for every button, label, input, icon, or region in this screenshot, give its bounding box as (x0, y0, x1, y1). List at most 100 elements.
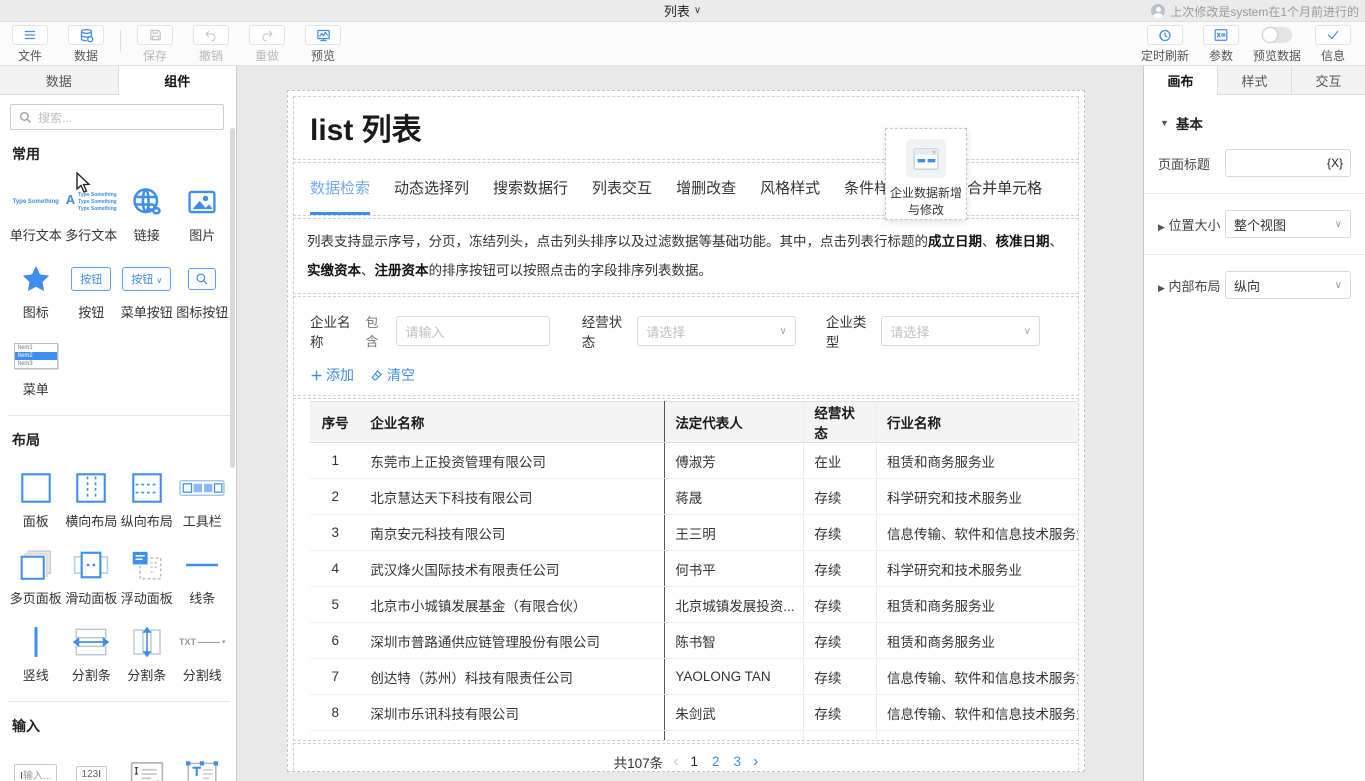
demo-tab-5[interactable]: 风格样式 (760, 177, 820, 215)
pagination-page-3[interactable]: 3 (732, 754, 744, 769)
tool-file-button[interactable]: 文件 (8, 25, 52, 64)
demo-tab-1[interactable]: 动态选择列 (394, 177, 469, 215)
slide-panel-icon (73, 545, 109, 585)
inner-layout-select[interactable]: 纵向 ∨ (1225, 271, 1351, 299)
component-item-line-v[interactable]: 竖线 (8, 622, 64, 683)
filter-block[interactable]: 企业名称 包含 请输入 经营状态 请选择 ∨ 企业类型 请选择 ∨ (293, 296, 1079, 396)
table-row[interactable]: 2北京慧达天下科技有限公司蒋晟存续科学研究和技术服务业 (310, 479, 1079, 515)
component-item-layout-v[interactable]: 纵向布局 (119, 468, 175, 529)
pagination-prev-button[interactable]: ‹ (673, 753, 678, 771)
component-item-star[interactable]: 图标 (8, 259, 64, 320)
table-row[interactable]: 4武汉烽火国际技术有限责任公司何书平存续科学研究和技术服务业 (310, 551, 1079, 587)
description-segment-4: 、 (1050, 234, 1064, 249)
table-block[interactable]: 序号企业名称法定代表人经营状态行业名称1东莞市上正投资管理有限公司傅淑芳在业租赁… (293, 398, 1079, 741)
component-item-menu-button[interactable]: 按钮 ∨菜单按钮 (119, 259, 175, 320)
fx-variable-icon[interactable]: {X} (1327, 156, 1343, 170)
demo-tab-4[interactable]: 增删改查 (676, 177, 736, 215)
tool-redo-button[interactable]: 重做 (245, 25, 289, 64)
demo-tab-0[interactable]: 数据检索 (310, 177, 370, 215)
left-tab-1[interactable]: 组件 (119, 66, 237, 95)
clear-conditions-button[interactable]: 清空 (370, 365, 415, 385)
left-tab-0[interactable]: 数据 (0, 66, 119, 95)
section-basic[interactable]: ▼ 基本 (1160, 113, 1351, 133)
table-cell: 武汉烽火国际技术有限责任公司 (360, 551, 664, 587)
pagination-page-2[interactable]: 2 (710, 754, 722, 769)
component-item-input-rich[interactable]: 富文本输入 (175, 754, 231, 781)
component-item-link[interactable]: 链接 (119, 182, 175, 243)
component-item-split-v[interactable]: 分割条 (119, 622, 175, 683)
component-item-input-text[interactable]: I输入...文本输入 (8, 754, 64, 781)
component-item-icon-button[interactable]: 图标按钮 (175, 259, 231, 320)
position-size-label[interactable]: ▶ 位置大小 (1158, 215, 1221, 234)
demo-tab-8[interactable]: 合并单元格 (967, 177, 1042, 215)
tool-toggle-button[interactable]: 预览数据 (1255, 25, 1299, 64)
tool-save-button[interactable]: 保存 (133, 25, 177, 64)
type-placeholder: 请选择 (890, 322, 929, 341)
component-item-line-h[interactable]: 线条 (175, 545, 231, 606)
column-header-4[interactable]: 行业名称 (877, 402, 1080, 443)
component-item-slide-panel[interactable]: 滑动面板 (64, 545, 120, 606)
component-item-float-panel[interactable]: 浮动面板 (119, 545, 175, 606)
add-condition-button[interactable]: 添加 (310, 365, 354, 385)
tool-preview-button[interactable]: 预览 (301, 25, 345, 64)
column-header-1[interactable]: 企业名称 (360, 402, 664, 443)
design-canvas[interactable]: list 列表 数据检索动态选择列搜索数据行列表交互增删改查风格样式条件样式表合… (237, 66, 1143, 781)
tool-timer-button[interactable]: 定时刷新 (1143, 25, 1187, 64)
save-icon (137, 25, 173, 45)
table-cell: 存续 (804, 695, 877, 731)
component-item-text-multi[interactable]: AType SomethingType SomethingType Someth… (64, 182, 120, 243)
column-header-2[interactable]: 法定代表人 (665, 402, 804, 443)
status-select[interactable]: 请选择 ∨ (637, 316, 796, 346)
description-segment-0: 列表支持显示序号，分页，冻结列头，点击列头排序以及过滤数据等基础功能。其中，点击… (307, 234, 928, 249)
component-item-toolbar[interactable]: 工具栏 (175, 468, 231, 529)
table-row[interactable]: 1东莞市上正投资管理有限公司傅淑芳在业租赁和商务服务业 (310, 443, 1079, 479)
dragged-component-card[interactable]: 企业数据新增与修改 (885, 128, 967, 220)
column-header-3[interactable]: 经营状态 (804, 402, 877, 443)
component-item-button[interactable]: 按钮按钮 (64, 259, 120, 320)
table-row[interactable]: 5北京市小城镇发展基金（有限合伙）北京城镇发展投资...存续租赁和商务服务业 (310, 587, 1079, 623)
input-text-icon: I输入... (14, 754, 57, 781)
menu-icon: Item1Item2Item3 (14, 336, 58, 376)
demo-tab-3[interactable]: 列表交互 (592, 177, 652, 215)
inner-layout-label[interactable]: ▶ 内部布局 (1158, 276, 1221, 295)
table-row[interactable]: 3南京安元科技有限公司王三明存续信息传输、软件和信息技术服务业 (310, 515, 1079, 551)
right-tab-2[interactable]: 交互 (1292, 66, 1365, 95)
component-item-input-multi[interactable]: 多行输入 (119, 754, 175, 781)
tool-database-button[interactable]: 数据 (64, 25, 108, 64)
page-switcher[interactable]: 列表 ∨ (664, 1, 701, 20)
table-row[interactable]: 6深圳市普路通供应链管理股份有限公司陈书智存续租赁和商务服务业 (310, 623, 1079, 659)
component-item-panel[interactable]: 面板 (8, 468, 64, 529)
toggle-switch[interactable] (1262, 27, 1292, 43)
table-cell: 1 (310, 443, 360, 479)
component-item-menu[interactable]: Item1Item2Item3菜单 (8, 336, 64, 397)
table-cell: 租赁和商务服务业 (877, 443, 1080, 479)
pagination-next-button[interactable]: › (753, 753, 758, 771)
demo-tab-2[interactable]: 搜索数据行 (493, 177, 568, 215)
tool-undo-button[interactable]: 撤销 (189, 25, 233, 64)
component-item-text-single[interactable]: Type Something单行文本 (8, 182, 64, 243)
component-item-layout-h[interactable]: 横向布局 (64, 468, 120, 529)
component-item-split-h[interactable]: 分割条 (64, 622, 120, 683)
component-item-multipage[interactable]: 多页面板 (8, 545, 64, 606)
right-tab-0[interactable]: 画布 (1144, 66, 1218, 95)
tool-check-button[interactable]: 信息 (1311, 25, 1355, 64)
component-section-1: 布局面板横向布局纵向布局工具栏多页面板滑动面板浮动面板线条竖线分割条分割条TXT… (8, 430, 230, 702)
left-panel-scrollbar[interactable] (230, 128, 235, 468)
tool-params-button[interactable]: 参数 (1199, 25, 1243, 64)
column-header-0[interactable]: 序号 (310, 402, 360, 443)
right-tab-1[interactable]: 样式 (1218, 66, 1292, 95)
pagination-page-1[interactable]: 1 (688, 754, 700, 769)
component-item-input-number[interactable]: 123I数值输入 (64, 754, 120, 781)
component-item-image[interactable]: 图片 (175, 182, 231, 243)
table-row[interactable]: 8深圳市乐讯科技有限公司朱剑武存续信息传输、软件和信息技术服务业 (310, 695, 1079, 731)
position-size-select[interactable]: 整个视图 ∨ (1225, 210, 1351, 238)
component-search-input[interactable]: 搜索... (10, 104, 224, 130)
table-row[interactable]: 9重庆市紫建电子股份有限公司朱传钦存续批发和零售业 (310, 731, 1079, 742)
description-block[interactable]: 列表支持显示序号，分页，冻结列头，点击列头排序以及过滤数据等基础功能。其中，点击… (293, 218, 1079, 294)
company-name-input[interactable]: 请输入 (396, 316, 549, 346)
table-row[interactable]: 7创达特（苏州）科技有限责任公司YAOLONG TAN存续信息传输、软件和信息技… (310, 659, 1079, 695)
position-size-row: ▶ 位置大小 整个视图 ∨ (1158, 210, 1351, 238)
component-item-divider-txt[interactable]: TXT▾分割线 (175, 622, 231, 683)
page-title-input[interactable]: {X} (1225, 149, 1351, 177)
type-select[interactable]: 请选择 ∨ (881, 316, 1040, 346)
